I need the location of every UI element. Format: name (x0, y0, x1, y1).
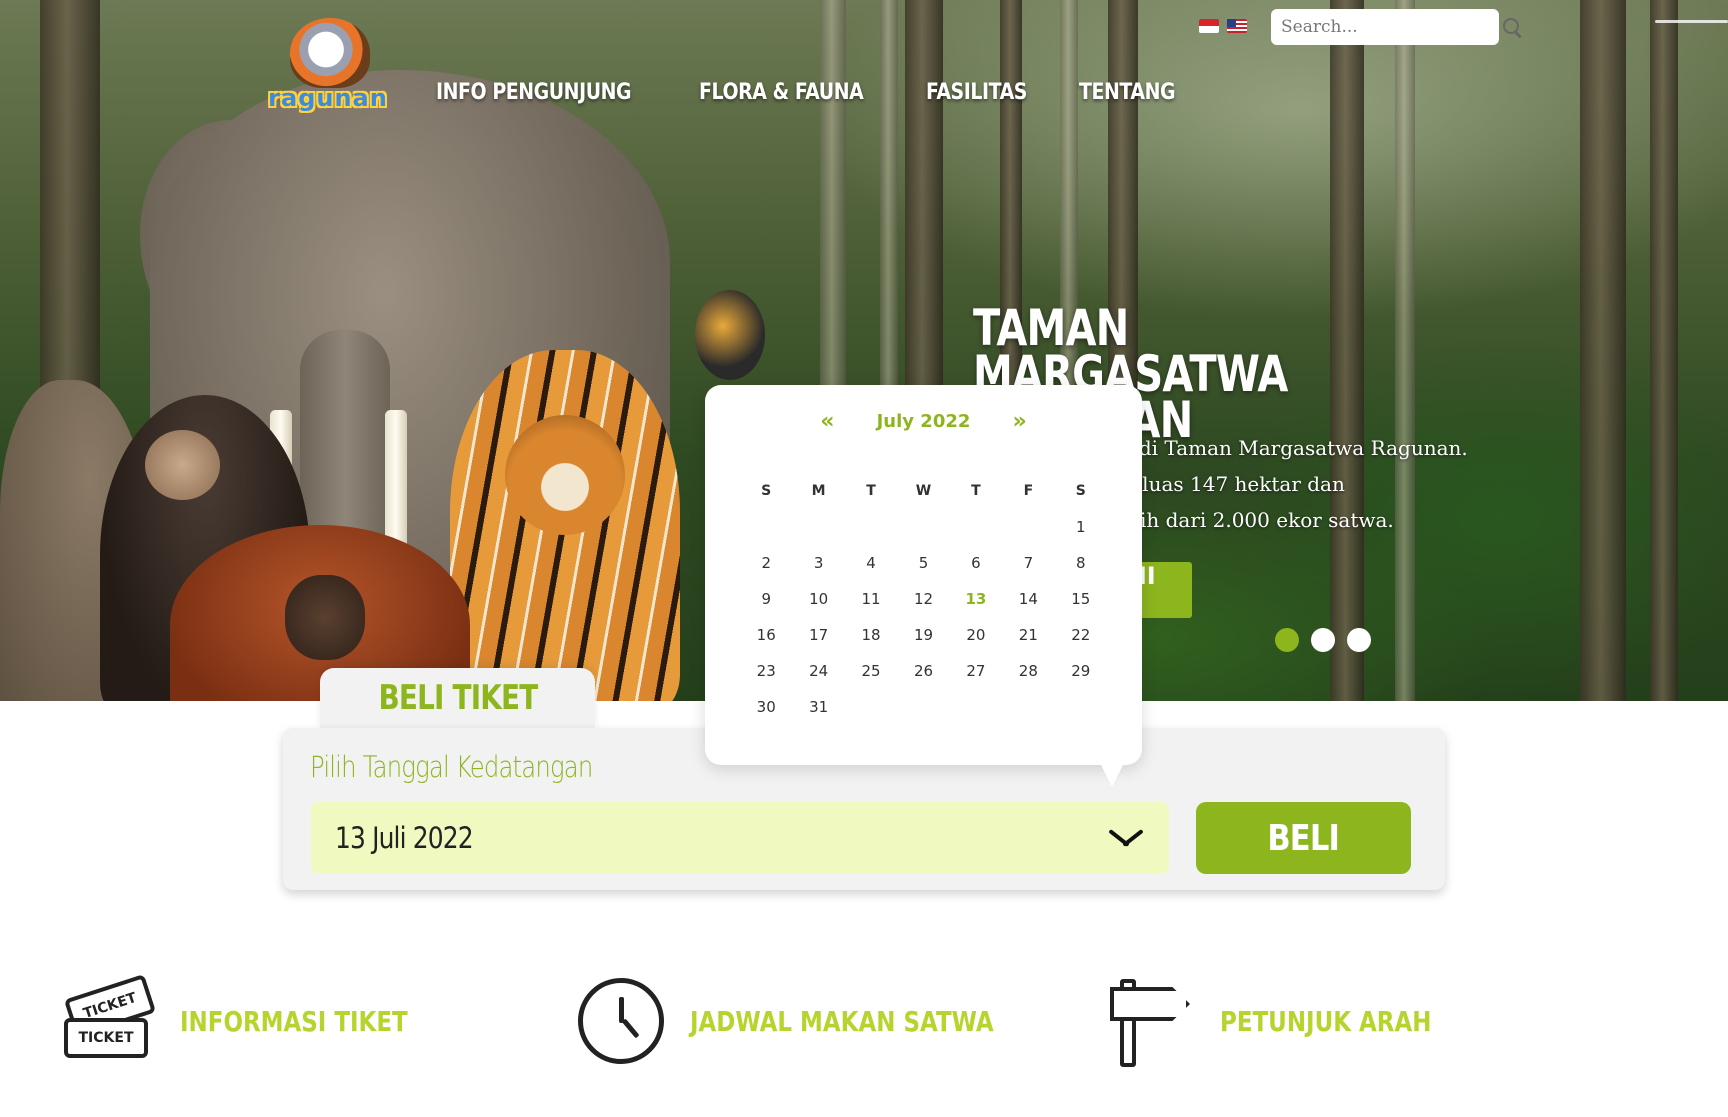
calendar-day[interactable]: 16 (740, 617, 792, 653)
ticket-tab: BELI TIKET (320, 668, 595, 730)
clock-icon (578, 978, 664, 1064)
nav-item-fasilitas[interactable]: FASILITAS (926, 80, 1027, 105)
id-flag-icon[interactable] (1199, 19, 1219, 33)
next-month-button[interactable]: » (1013, 409, 1027, 434)
tiger-face (505, 415, 625, 535)
ticket-icon-bottom: TICKET (64, 1018, 148, 1058)
calendar-day[interactable]: 7 (1002, 545, 1054, 581)
nav-item-flora-fauna[interactable]: FLORA & FAUNA (699, 80, 864, 105)
sun-bear-face (145, 430, 220, 500)
prev-month-button[interactable]: « (820, 409, 834, 434)
calendar-day[interactable]: 26 (897, 653, 949, 689)
calendar-day[interactable]: 17 (792, 617, 844, 653)
weekday-header: M (811, 483, 826, 499)
calendar-day-selected[interactable]: 13 (950, 581, 1002, 617)
weekday-header: F (1023, 483, 1034, 499)
calendar-day[interactable]: 23 (740, 653, 792, 689)
main-nav: INFO PENGUNJUNG FLORA & FAUNA FASILITAS … (436, 80, 1191, 105)
feature-ticket-info-label: INFORMASI TIKET (180, 1004, 408, 1038)
feature-directions-label: PETUNJUK ARAH (1220, 1004, 1432, 1038)
calendar-day[interactable]: 6 (950, 545, 1002, 581)
nav-item-info-pengunjung[interactable]: INFO PENGUNJUNG (436, 80, 632, 105)
calendar-day[interactable]: 10 (792, 581, 844, 617)
calendar-day[interactable]: 8 (1055, 545, 1107, 581)
date-select[interactable]: 13 Juli 2022 (311, 802, 1169, 874)
calendar-day[interactable]: 4 (845, 545, 897, 581)
us-flag-icon[interactable] (1227, 19, 1247, 33)
calendar-day[interactable]: 21 (1002, 617, 1054, 653)
hornbill-image (695, 290, 765, 380)
feature-directions[interactable]: PETUNJUK ARAH (1102, 975, 1478, 1067)
chevron-down-icon[interactable] (1107, 826, 1145, 850)
calendar-day[interactable]: 25 (845, 653, 897, 689)
calendar-day[interactable]: 20 (950, 617, 1002, 653)
weekday-header: T (971, 483, 981, 499)
feature-feeding-schedule[interactable]: JADWAL MAKAN SATWA (578, 975, 1060, 1067)
calendar-day[interactable]: 5 (897, 545, 949, 581)
weekday-header: T (866, 483, 876, 499)
buy-button[interactable]: BELI (1196, 802, 1411, 874)
date-value: 13 Juli 2022 (335, 821, 474, 855)
calendar-day[interactable]: 30 (740, 689, 792, 725)
calendar-day[interactable]: 19 (897, 617, 949, 653)
date-picker-popup: « July 2022 » S M T W T F S 1 2 3 4 5 6 7 8 9 10 11 12 13 14… (705, 385, 1142, 787)
feature-feeding-schedule-label: JADWAL MAKAN SATWA (690, 1004, 994, 1038)
calendar-day[interactable]: 28 (1002, 653, 1054, 689)
search-box (1271, 9, 1519, 45)
orangutan-face (285, 575, 365, 660)
weekday-header: W (915, 483, 932, 499)
calendar-day[interactable]: 27 (950, 653, 1002, 689)
logo-text: ragunan (268, 84, 388, 112)
calendar-day[interactable]: 3 (792, 545, 844, 581)
slider-dot-3[interactable] (1347, 628, 1371, 652)
calendar-day[interactable]: 22 (1055, 617, 1107, 653)
calendar-day[interactable]: 29 (1055, 653, 1107, 689)
site-logo[interactable]: ragunan (268, 18, 388, 118)
calendar-grid: S M T W T F S 1 2 3 4 5 6 7 8 9 10 11 12 13 14 15 16 17 18 19 20 21… (740, 473, 1107, 725)
slider-dot-1[interactable] (1275, 628, 1299, 652)
signpost-icon (1102, 975, 1194, 1067)
weekday-header: S (761, 483, 772, 499)
mascot-icon (290, 18, 370, 88)
calendar-day[interactable]: 9 (740, 581, 792, 617)
buy-button-label: BELI (1267, 817, 1341, 859)
calendar-header: « July 2022 » (705, 409, 1142, 434)
search-input[interactable] (1281, 17, 1501, 37)
ticket-icon: TICKET TICKET (62, 974, 157, 1064)
slider-dot-2[interactable] (1311, 628, 1335, 652)
date-label: Pilih Tanggal Kedatangan (310, 750, 593, 784)
language-switcher (1199, 19, 1247, 33)
menu-toggle[interactable] (1655, 20, 1728, 23)
calendar-day[interactable]: 12 (897, 581, 949, 617)
calendar-day[interactable]: 11 (845, 581, 897, 617)
nav-item-tentang[interactable]: TENTANG (1079, 80, 1176, 105)
calendar-day[interactable]: 31 (792, 689, 844, 725)
slider-dots (1275, 628, 1371, 652)
calendar-day[interactable]: 1 (1055, 509, 1107, 545)
ticket-tab-label: BELI TIKET (377, 678, 538, 718)
calendar-day[interactable]: 2 (740, 545, 792, 581)
feature-ticket-info[interactable]: TICKET TICKET INFORMASI TIKET (62, 974, 458, 1067)
calendar-day[interactable]: 15 (1055, 581, 1107, 617)
calendar-day[interactable]: 18 (845, 617, 897, 653)
calendar-day[interactable]: 24 (792, 653, 844, 689)
calendar-day[interactable]: 14 (1002, 581, 1054, 617)
calendar-month-title[interactable]: July 2022 (869, 411, 979, 432)
weekday-header: S (1075, 483, 1086, 499)
